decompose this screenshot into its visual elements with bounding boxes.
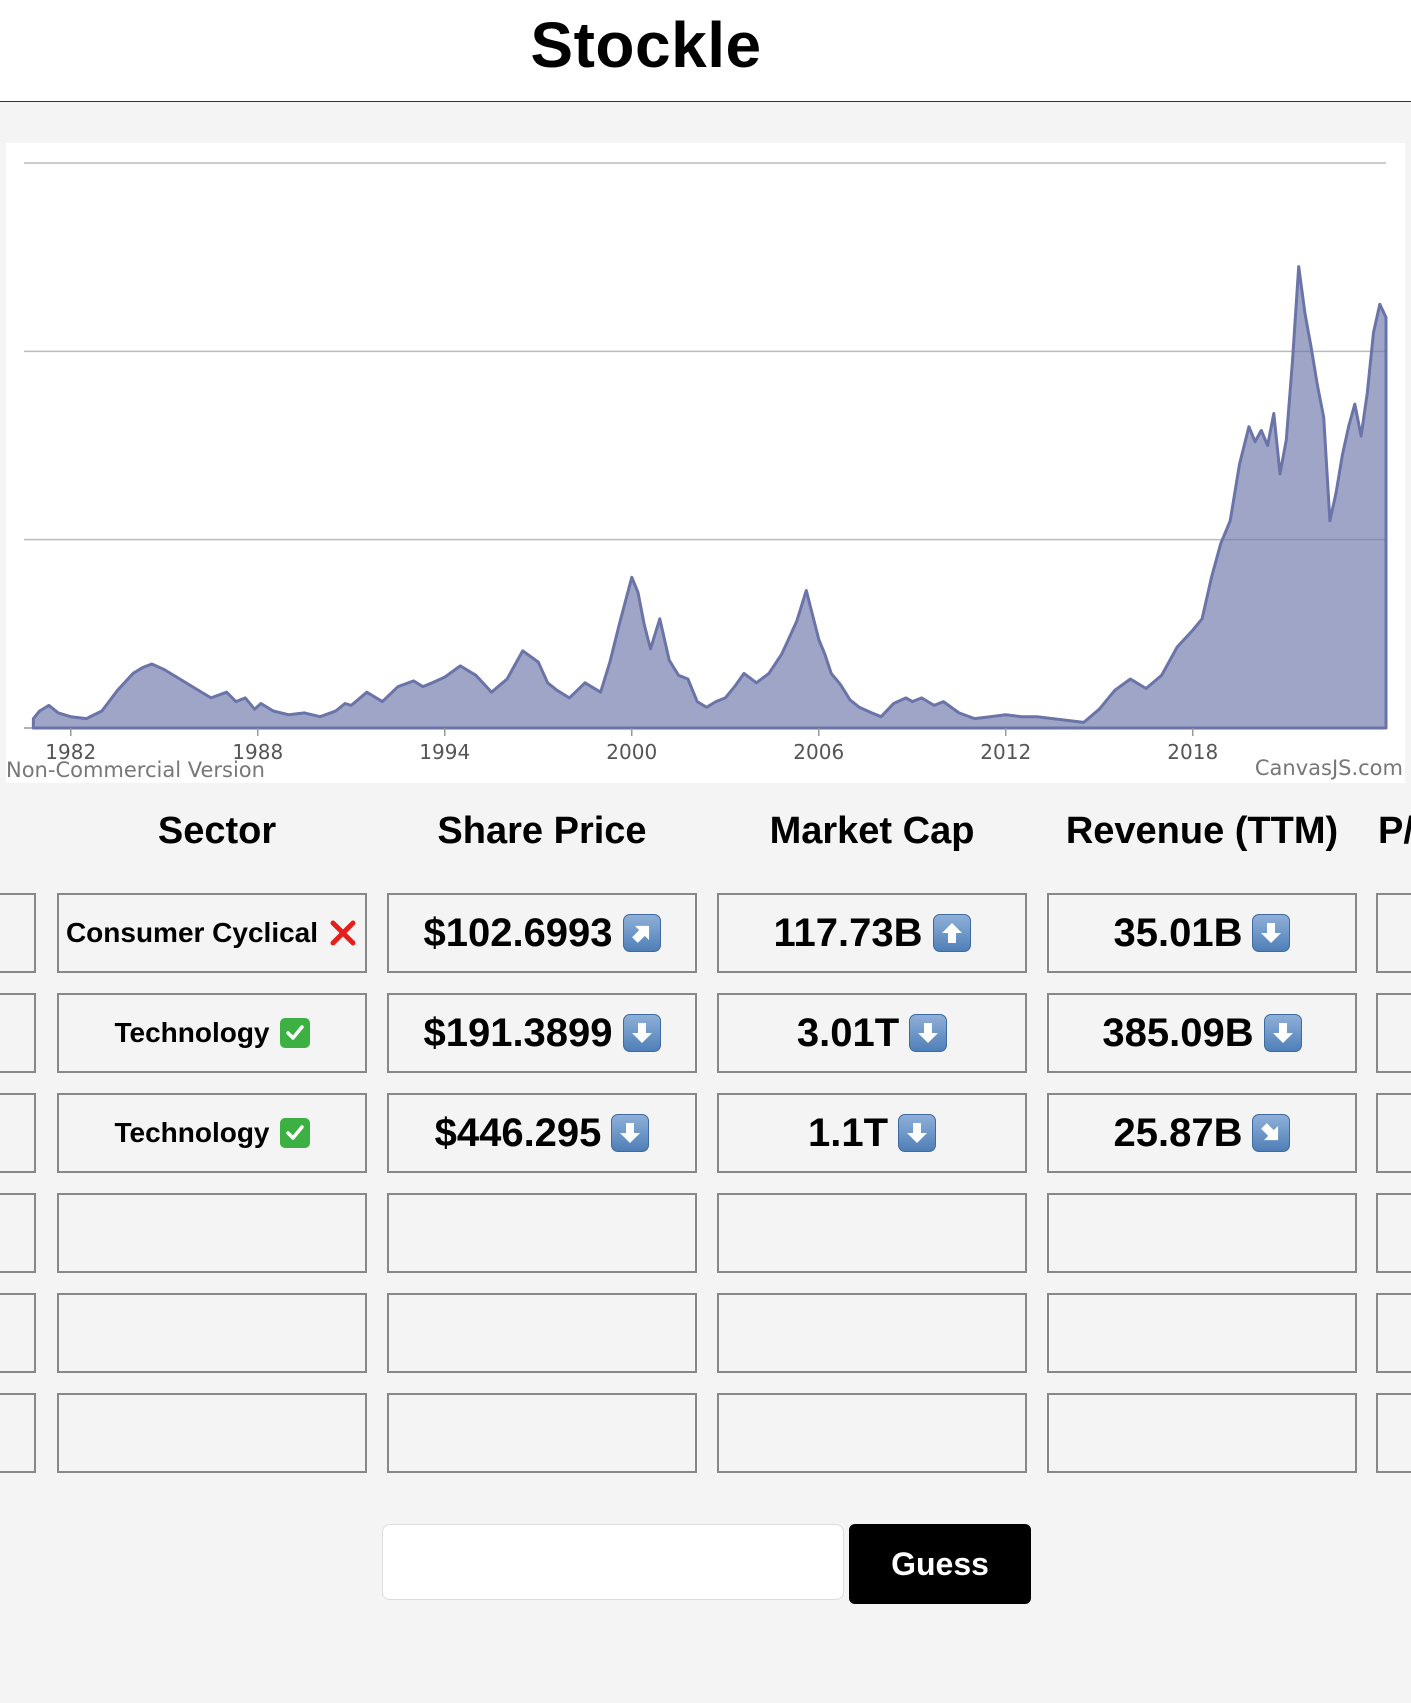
down-arrow-icon bbox=[1263, 1014, 1302, 1052]
cell-value: 3.01T bbox=[796, 1010, 900, 1055]
table-cell-sector: Technology bbox=[57, 993, 367, 1073]
empty-table-cell bbox=[1047, 1293, 1357, 1373]
down-right-arrow-icon bbox=[1252, 1114, 1291, 1152]
chart-area-series bbox=[31, 265, 1388, 730]
table-cell-edge-left bbox=[0, 1193, 36, 1273]
down-arrow-icon bbox=[909, 1014, 948, 1052]
table-cell-edge-right bbox=[1376, 1093, 1411, 1173]
cell-value: $191.3899 bbox=[423, 1010, 613, 1055]
column-header: Market Cap bbox=[769, 810, 975, 852]
table-cell-edge-right bbox=[1376, 1293, 1411, 1373]
check-mark-icon bbox=[279, 1018, 310, 1048]
empty-table-cell bbox=[717, 1193, 1027, 1273]
chart-svg: 1982 1988 1994 2000 2006 2012 2018Non-Commerci… bbox=[6, 162, 1403, 782]
down-arrow-icon bbox=[1252, 914, 1291, 952]
table-cell-share-price: $446.295 bbox=[387, 1093, 697, 1173]
cell-value: 25.87B bbox=[1113, 1110, 1243, 1155]
chart-watermark-left: Non-Commercial Version bbox=[6, 758, 265, 782]
table-cell-market-cap: 1.1T bbox=[717, 1093, 1027, 1173]
guess-button[interactable]: Guess bbox=[849, 1524, 1031, 1604]
table-cell-edge-right bbox=[1376, 1193, 1411, 1273]
empty-table-cell bbox=[57, 1293, 367, 1373]
app-header: Stockle bbox=[0, 0, 1411, 102]
cell-value: Consumer Cyclical bbox=[65, 917, 319, 948]
empty-table-cell bbox=[57, 1193, 367, 1273]
column-header: Share Price bbox=[437, 810, 647, 852]
table-cell-edge-left bbox=[0, 1293, 36, 1373]
table-cell-share-price: $191.3899 bbox=[387, 993, 697, 1073]
empty-table-cell bbox=[57, 1393, 367, 1473]
table-cell-edge-left bbox=[0, 1093, 36, 1173]
empty-table-cell bbox=[1047, 1193, 1357, 1273]
table-cell-market-cap: 117.73B bbox=[717, 893, 1027, 973]
down-arrow-icon bbox=[898, 1114, 937, 1152]
chart-x-tick-label: 2006 bbox=[793, 740, 844, 764]
empty-table-cell bbox=[717, 1293, 1027, 1373]
empty-table-cell bbox=[387, 1393, 697, 1473]
table-cell-market-cap: 3.01T bbox=[717, 993, 1027, 1073]
cell-value: $102.6993 bbox=[423, 910, 613, 955]
chart-x-tick-label: 2000 bbox=[606, 740, 657, 764]
column-header: P/ bbox=[1378, 810, 1411, 852]
cell-value: 1.1T bbox=[807, 1110, 889, 1155]
cross-mark-icon bbox=[328, 918, 358, 948]
guess-input[interactable] bbox=[382, 1524, 844, 1600]
table-cell-revenue: 35.01B bbox=[1047, 893, 1357, 973]
app-title: Stockle bbox=[530, 9, 762, 81]
check-mark-icon bbox=[279, 1118, 310, 1148]
table-cell-edge-left bbox=[0, 1393, 36, 1473]
table-cell-share-price: $102.6993 bbox=[387, 893, 697, 973]
table-cell-edge-right bbox=[1376, 893, 1411, 973]
chart-x-tick-label: 2018 bbox=[1167, 740, 1218, 764]
cell-value: 117.73B bbox=[773, 910, 923, 955]
column-header: Sector bbox=[157, 810, 277, 852]
table-cell-edge-left bbox=[0, 893, 36, 973]
empty-table-cell bbox=[387, 1293, 697, 1373]
empty-table-cell bbox=[387, 1193, 697, 1273]
table-cell-edge-left bbox=[0, 993, 36, 1073]
chart-x-tick-label: 2012 bbox=[980, 740, 1031, 764]
empty-table-cell bbox=[1047, 1393, 1357, 1473]
price-history-chart: 1982 1988 1994 2000 2006 2012 2018 Non-Commerci… bbox=[6, 143, 1405, 783]
empty-table-cell bbox=[717, 1393, 1027, 1473]
up-right-arrow-icon bbox=[622, 914, 661, 952]
chart-watermark-right: CanvasJS.com bbox=[1255, 756, 1403, 780]
cell-value: 385.09B bbox=[1102, 1010, 1254, 1055]
column-header: Revenue (TTM) bbox=[1065, 810, 1339, 852]
table-cell-sector: Technology bbox=[57, 1093, 367, 1173]
chart-x-tick-label: 1994 bbox=[419, 740, 470, 764]
table-cell-edge-right bbox=[1376, 993, 1411, 1073]
table-cell-revenue: 25.87B bbox=[1047, 1093, 1357, 1173]
cell-value: Technology bbox=[114, 1017, 270, 1048]
cell-value: Technology bbox=[114, 1117, 270, 1148]
down-arrow-icon bbox=[622, 1014, 661, 1052]
cell-value: 35.01B bbox=[1113, 910, 1243, 955]
down-arrow-icon bbox=[611, 1114, 650, 1152]
up-arrow-icon bbox=[932, 914, 971, 952]
table-cell-revenue: 385.09B bbox=[1047, 993, 1357, 1073]
cell-value: $446.295 bbox=[434, 1110, 602, 1155]
table-cell-edge-right bbox=[1376, 1393, 1411, 1473]
table-cell-sector: Consumer Cyclical bbox=[57, 893, 367, 973]
